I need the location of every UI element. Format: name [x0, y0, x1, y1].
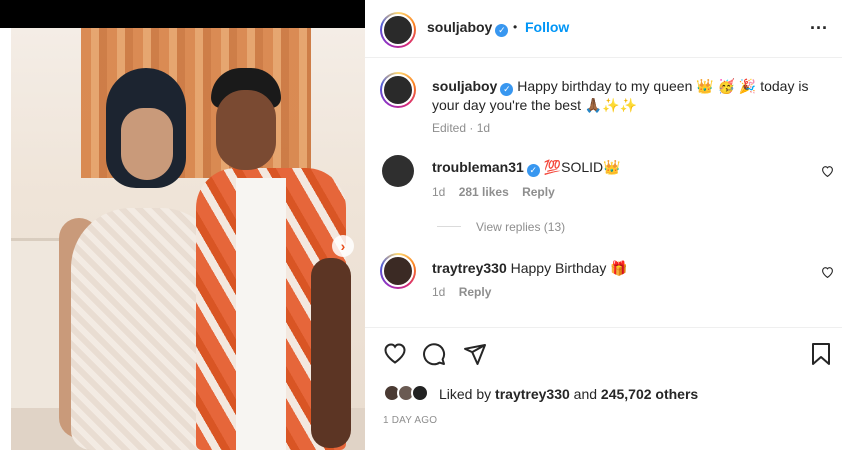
actions-divider: [365, 327, 842, 328]
comment-username[interactable]: troubleman31: [432, 159, 524, 175]
more-options-icon[interactable]: ...: [810, 13, 828, 34]
comment-like-icon[interactable]: [821, 266, 834, 281]
caption-username[interactable]: souljaboy: [432, 78, 497, 94]
comment-body: troubleman31 ✓ 💯SOLID👑: [432, 158, 792, 177]
header-separator: •: [513, 20, 518, 34]
author-avatar[interactable]: [380, 12, 416, 48]
photo-man-inner-shirt: [236, 178, 286, 450]
comment-meta: 1d Reply: [432, 285, 491, 299]
reply-button[interactable]: Reply: [522, 185, 555, 199]
media-gutter: [0, 28, 11, 450]
post-panel: souljaboy ✓ • Follow ... souljaboy ✓ Happy…: [365, 0, 842, 450]
replies-divider: [437, 226, 461, 227]
comment-avatar[interactable]: [382, 155, 414, 187]
verified-icon: ✓: [495, 24, 509, 37]
liker-avatar[interactable]: [411, 384, 429, 402]
likes-count[interactable]: 245,702 others: [601, 386, 698, 402]
comment-text: Happy Birthday 🎁: [510, 260, 628, 276]
chevron-right-icon[interactable]: ›: [332, 235, 354, 257]
post-date[interactable]: 1 DAY AGO: [383, 415, 437, 426]
likes-prefix: Liked by: [439, 386, 492, 402]
caption-author-avatar[interactable]: [380, 72, 416, 108]
caption: souljaboy ✓ Happy birthday to my queen 👑 …: [432, 77, 827, 114]
comment-body: traytrey330 Happy Birthday 🎁: [432, 259, 792, 277]
bookmark-icon[interactable]: [811, 342, 831, 371]
author-username[interactable]: souljaboy: [427, 19, 492, 35]
comment-avatar[interactable]: [380, 253, 416, 289]
reply-button[interactable]: Reply: [459, 285, 492, 299]
comment-text: 💯SOLID👑: [543, 159, 621, 175]
heart-icon[interactable]: [383, 342, 407, 369]
caption-meta: Edited · 1d: [432, 121, 491, 135]
follow-button[interactable]: Follow: [525, 19, 569, 35]
view-replies-button[interactable]: View replies (13): [476, 220, 565, 234]
photo-man-arm: [311, 258, 351, 448]
send-icon[interactable]: [463, 342, 487, 371]
post-header: souljaboy ✓ • Follow ...: [365, 0, 842, 58]
comment-like-icon[interactable]: [821, 165, 834, 180]
comment-time: 1d: [432, 185, 446, 199]
verified-icon: ✓: [500, 83, 514, 96]
comment-meta: 1d 281 likes Reply: [432, 185, 555, 199]
comment-likes[interactable]: 281 likes: [459, 185, 509, 199]
comment-icon[interactable]: [422, 342, 446, 371]
media-top-bar: [0, 0, 365, 28]
comment-time: 1d: [432, 285, 446, 299]
author-username-row[interactable]: souljaboy ✓: [427, 19, 509, 37]
likes-joiner: and: [573, 386, 598, 402]
verified-icon: ✓: [526, 164, 540, 177]
photo-man-face: [216, 90, 276, 170]
comment-username[interactable]: traytrey330: [432, 260, 507, 276]
photo-woman-face: [121, 108, 173, 180]
likes-first-user[interactable]: traytrey330: [495, 386, 570, 402]
post-media: ›: [0, 0, 365, 450]
post-photo: [11, 28, 365, 450]
likes-summary: Liked by traytrey330 and 245,702 others: [439, 386, 698, 402]
